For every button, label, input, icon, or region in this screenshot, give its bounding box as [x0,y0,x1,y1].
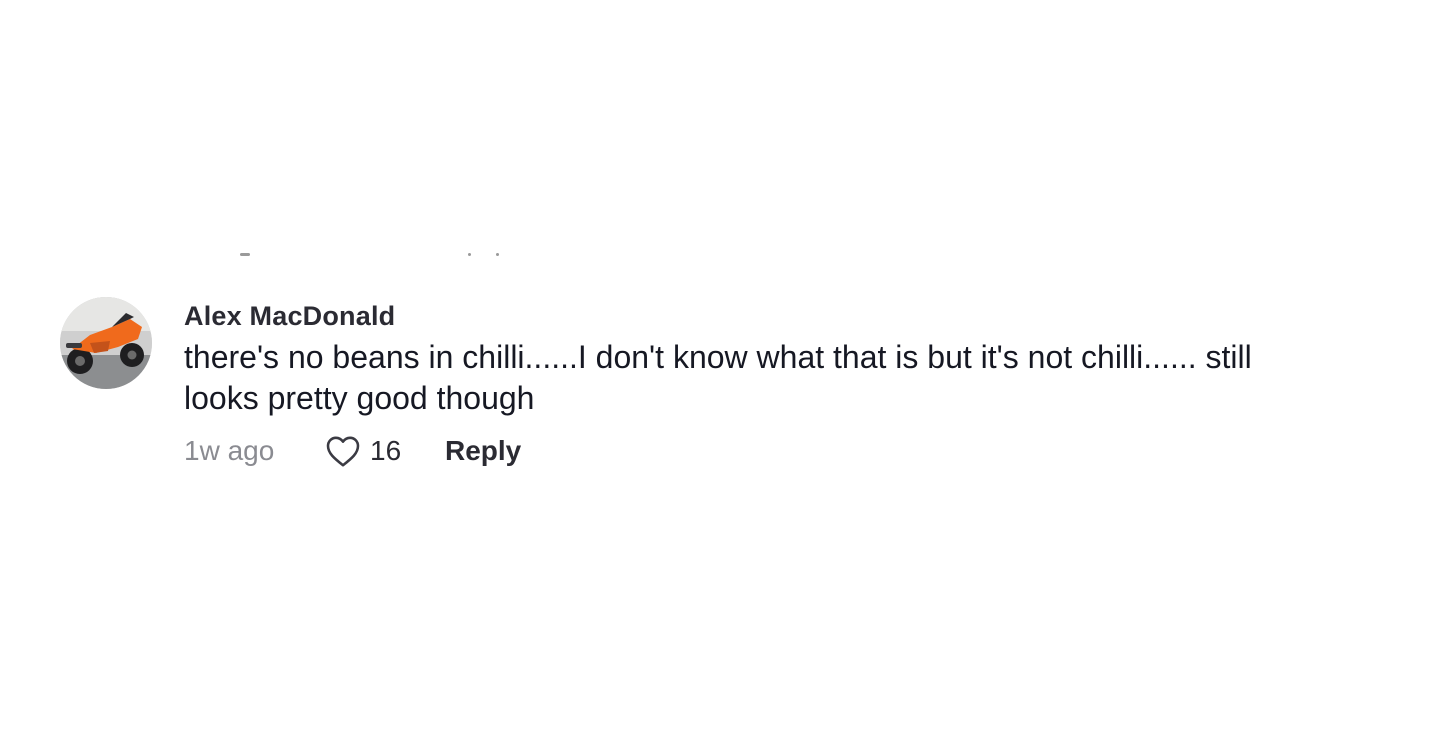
motorcycle-avatar-icon [60,297,152,389]
heart-outline-icon [326,436,360,467]
username[interactable]: Alex MacDonald [184,299,1334,333]
comment-actions: 1w ago 16 Reply [184,431,1334,471]
like-button[interactable]: 16 [325,434,426,468]
comment-body: Alex MacDonald there's no beans in chill… [184,297,1334,471]
comment-text: there's no beans in chilli......I don't … [184,339,1252,416]
like-count: 16 [370,435,402,466]
reply-button[interactable]: Reply [445,435,521,467]
avatar[interactable] [60,297,152,389]
previous-comment-cut-off [236,250,506,256]
comment-item: Alex MacDonald there's no beans in chill… [60,297,1360,471]
timestamp: 1w ago [184,435,275,466]
